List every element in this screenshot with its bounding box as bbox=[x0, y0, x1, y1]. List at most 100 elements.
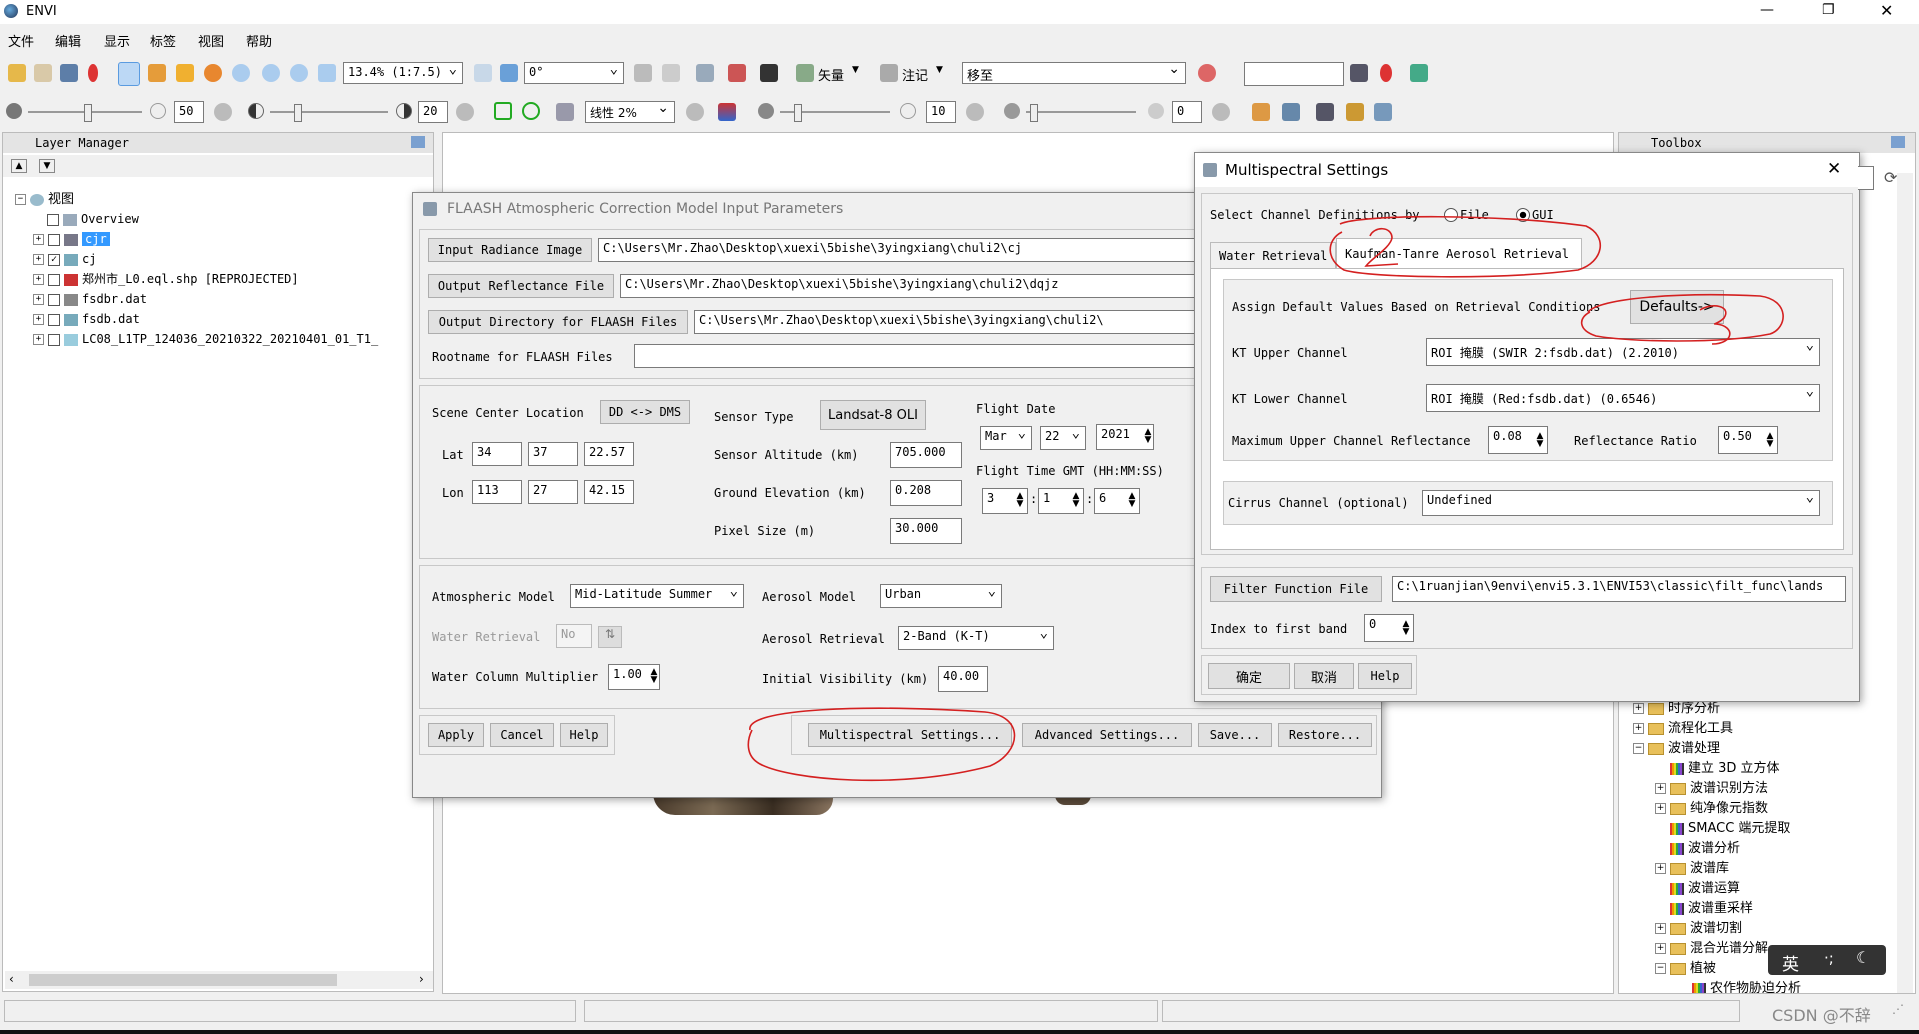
crop-icon[interactable] bbox=[60, 64, 78, 82]
sharpen-input[interactable]: 10 bbox=[926, 101, 956, 123]
kt-lower-combo[interactable]: ROI 掩膜 (Red:fsdb.dat) (0.6546) bbox=[1426, 384, 1820, 412]
defaults-button[interactable]: Defaults-> bbox=[1630, 290, 1724, 324]
cancel-button[interactable]: 取消 bbox=[1294, 663, 1354, 689]
lon-min-field[interactable]: 27 bbox=[528, 480, 578, 504]
layer-item[interactable]: Overview bbox=[47, 211, 139, 227]
output-reflectance-button[interactable]: Output Reflectance File bbox=[428, 274, 614, 298]
vector-menu[interactable]: 矢量 bbox=[818, 65, 844, 84]
toolbox-item[interactable]: 农作物胁迫分析 bbox=[1677, 981, 1801, 993]
zoom-fit-icon[interactable] bbox=[318, 64, 336, 82]
tab-water-retrieval[interactable]: Water Retrieval bbox=[1210, 242, 1336, 268]
kt-upper-combo[interactable]: ROI 掩膜 (SWIR 2:fsdb.dat) (2.2010) bbox=[1426, 338, 1820, 366]
cursor-value-icon[interactable] bbox=[662, 64, 680, 82]
layer-checkbox[interactable] bbox=[48, 313, 60, 326]
transparency-slider[interactable] bbox=[1026, 104, 1136, 122]
pan-icon[interactable] bbox=[148, 64, 166, 82]
ok-button[interactable]: 确定 bbox=[1208, 663, 1290, 689]
pixel-size-field[interactable]: 30.000 bbox=[890, 518, 962, 544]
expand-icon[interactable]: + bbox=[33, 294, 44, 305]
expand-icon[interactable]: + bbox=[1633, 703, 1644, 714]
flight-day-combo[interactable]: 22 bbox=[1040, 426, 1086, 450]
portal-icon[interactable] bbox=[1410, 64, 1428, 82]
transparency-input[interactable]: 0 bbox=[1172, 101, 1202, 123]
minute-spinner-icon[interactable]: ▲ ▼ bbox=[1070, 492, 1082, 509]
lon-deg-field[interactable]: 113 bbox=[472, 480, 522, 504]
toolbox-item[interactable]: + 波谱库 bbox=[1655, 861, 1729, 877]
toolbox-item[interactable]: 波谱运算 bbox=[1655, 881, 1740, 897]
brightness-input[interactable]: 50 bbox=[174, 101, 204, 123]
toolbox-item[interactable]: + 波谱切割 bbox=[1655, 921, 1742, 937]
layer-checkbox[interactable] bbox=[48, 233, 60, 246]
sharpen-slider[interactable] bbox=[780, 104, 890, 122]
minimize-icon[interactable]: — bbox=[1760, 2, 1774, 18]
goto-input[interactable] bbox=[1244, 62, 1344, 86]
layer-checkbox[interactable] bbox=[48, 293, 60, 306]
vector-dropdown-icon[interactable]: ▼ bbox=[852, 65, 859, 75]
pin-icon[interactable] bbox=[88, 64, 98, 82]
scroll-thumb[interactable] bbox=[29, 974, 337, 986]
hand-icon[interactable] bbox=[634, 64, 652, 82]
menu-annotate[interactable]: 标签 bbox=[150, 31, 176, 50]
menu-display[interactable]: 显示 bbox=[104, 31, 130, 50]
hour-spinner-icon[interactable]: ▲ ▼ bbox=[1014, 492, 1026, 509]
advanced-settings-button[interactable]: Advanced Settings... bbox=[1022, 723, 1192, 747]
toolbox-item[interactable]: 波谱重采样 bbox=[1655, 901, 1753, 917]
reset-sharpen-icon[interactable] bbox=[966, 103, 984, 121]
layer-checkbox[interactable] bbox=[47, 213, 59, 226]
collapse-up-icon[interactable]: ▲ bbox=[11, 159, 27, 173]
ime-indicator[interactable]: 英 ·; ☾ bbox=[1768, 945, 1886, 975]
zoom-out-icon[interactable] bbox=[290, 64, 308, 82]
layer-item[interactable]: + fsdb.dat bbox=[33, 311, 140, 327]
toolbox-item[interactable]: + 混合光谱分解 bbox=[1655, 941, 1768, 957]
stretch-full-icon[interactable] bbox=[522, 102, 540, 120]
year-spinner-icon[interactable]: ▲ ▼ bbox=[1142, 428, 1154, 445]
expand-icon[interactable]: + bbox=[33, 274, 44, 285]
expand-icon[interactable]: + bbox=[1655, 803, 1666, 814]
contrast-slider[interactable] bbox=[270, 104, 388, 122]
expand-icon[interactable]: + bbox=[33, 234, 44, 245]
output-directory-button[interactable]: Output Directory for FLAASH Files bbox=[428, 310, 688, 334]
toolbox-item[interactable]: 建立 3D 立方体 bbox=[1655, 761, 1780, 777]
menu-edit[interactable]: 编辑 bbox=[55, 31, 81, 50]
layer-item[interactable]: + cjr bbox=[33, 231, 110, 247]
vector-icon[interactable] bbox=[796, 64, 814, 82]
expand-down-icon[interactable]: ▼ bbox=[39, 159, 55, 173]
collapse-icon[interactable]: − bbox=[1655, 963, 1666, 974]
annotation-menu[interactable]: 注记 bbox=[902, 65, 928, 84]
reset-transparency-icon[interactable] bbox=[1212, 103, 1230, 121]
goto-pin-icon[interactable] bbox=[1198, 64, 1216, 82]
reflectance-ratio-spinner-icon[interactable]: ▲ ▼ bbox=[1764, 432, 1776, 449]
max-upper-spinner-icon[interactable]: ▲ ▼ bbox=[1534, 432, 1546, 449]
ground-elevation-field[interactable]: 0.208 bbox=[890, 480, 962, 506]
cancel-button[interactable]: Cancel bbox=[490, 723, 554, 747]
layer-item[interactable]: + fsdbr.dat bbox=[33, 291, 147, 307]
annotation-icon[interactable] bbox=[880, 64, 898, 82]
expand-icon[interactable]: + bbox=[33, 314, 44, 325]
stretch-combo[interactable]: 线性 2% bbox=[585, 101, 675, 123]
second-spinner-icon[interactable]: ▲ ▼ bbox=[1126, 492, 1138, 509]
input-radiance-button[interactable]: Input Radiance Image bbox=[428, 238, 592, 262]
flight-month-combo[interactable]: Mar bbox=[980, 426, 1032, 450]
aerosol-model-combo[interactable]: Urban bbox=[880, 584, 1002, 608]
stretch-frame-icon[interactable] bbox=[494, 102, 512, 120]
gui-radio[interactable] bbox=[1516, 208, 1530, 222]
layer-checkbox[interactable] bbox=[48, 273, 60, 286]
menu-file[interactable]: 文件 bbox=[8, 31, 34, 50]
contrast-input[interactable]: 20 bbox=[418, 101, 448, 123]
toolbox-item[interactable]: + 时序分析 bbox=[1633, 701, 1720, 717]
zoom-icon[interactable] bbox=[232, 64, 250, 82]
restore-settings-button[interactable]: Restore... bbox=[1278, 723, 1372, 747]
histogram-icon[interactable] bbox=[718, 103, 736, 121]
layer-checkbox[interactable] bbox=[48, 333, 60, 346]
clipboard-icon[interactable] bbox=[34, 64, 52, 82]
annotation-dropdown-icon[interactable]: ▼ bbox=[936, 65, 943, 75]
pin-panel-icon[interactable] bbox=[411, 136, 425, 148]
expand-icon[interactable]: + bbox=[33, 334, 44, 345]
save-icon[interactable] bbox=[1350, 64, 1368, 82]
brightness-slider[interactable] bbox=[28, 104, 142, 122]
filter-function-button[interactable]: Filter Function File bbox=[1210, 576, 1382, 602]
reset-contrast-icon[interactable] bbox=[456, 103, 474, 121]
expand-icon[interactable]: + bbox=[1655, 923, 1666, 934]
filter-function-field[interactable]: C:\1ruanjian\9envi\envi5.3.1\ENVI53\clas… bbox=[1392, 576, 1846, 602]
menu-view[interactable]: 视图 bbox=[198, 31, 224, 50]
